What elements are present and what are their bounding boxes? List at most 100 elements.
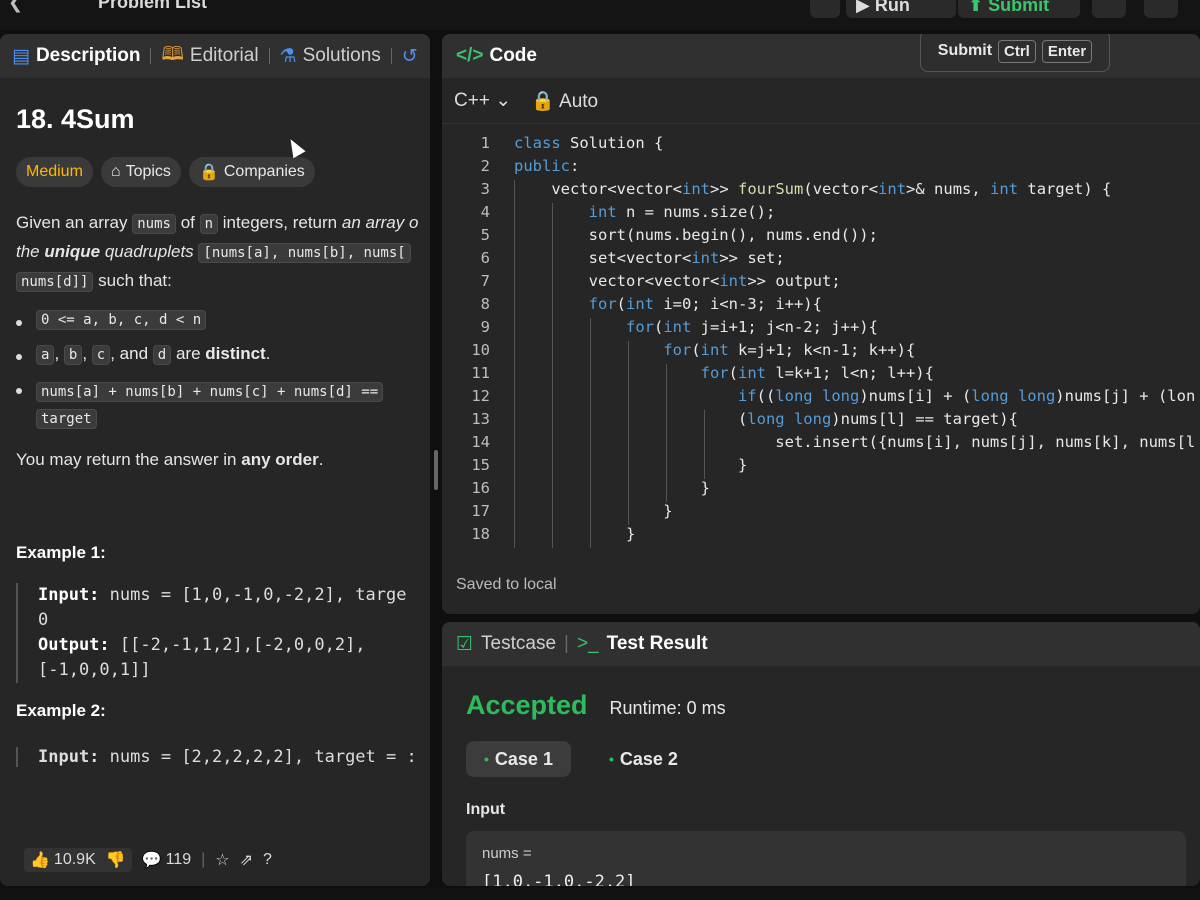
example-2-title: Example 2: [16,701,106,720]
code-title: Code [489,45,537,66]
example-output: [[-2,-1,1,2],[-2,0,0,2], [119,635,366,655]
language-select[interactable]: C++ ⌄ [454,89,511,112]
line-number: 12 [471,387,490,405]
kbd-enter: Enter [1041,39,1093,63]
chevron-down-icon: ⌄ [495,90,512,111]
code-text: vector<vector<int>> fourSum(vector<int>&… [551,180,1112,198]
panel-resize-handle[interactable] [434,450,438,490]
example-label: Output: [38,635,110,655]
case-1-tab[interactable]: • Case 1 [466,741,571,777]
desc-text: unique [44,242,101,261]
footer-divider: | [201,851,206,868]
topics-button[interactable]: ⌂ Topics [100,157,181,187]
editor-toolbar: C++ ⌄ 🔒 Auto [442,78,1200,124]
code-line[interactable]: 13 (long long)nums[l] == target){ [442,410,1200,433]
code-icon: </> [456,45,484,66]
tab-submissions[interactable]: ↺ [402,45,418,68]
code-line[interactable]: 6 set<vector<int>> set; [442,249,1200,272]
inline-code: target [36,409,97,429]
note-icon[interactable] [1144,0,1178,18]
indent-guide [628,341,629,525]
tab-test-result[interactable]: Test Result [607,633,708,655]
code-line[interactable]: 7 vector<vector<int>> output; [442,272,1200,295]
input-box: nums = [1,0,-1,0,-2,2] [466,831,1186,886]
desc-text: Given an array [16,213,128,232]
code-line[interactable]: 10 for(int k=j+1; k<n-1; k++){ [442,341,1200,364]
code-editor[interactable]: 1 class Solution {2 public: 3 vector<vector… [442,132,1200,562]
help-icon[interactable]: ? [263,851,272,869]
line-number: 9 [480,318,490,336]
code-line[interactable]: 15 } [442,456,1200,479]
auto-mode[interactable]: 🔒 Auto [531,89,598,113]
code-line[interactable]: 2 public: [442,157,1200,180]
problem-list-link[interactable]: Problem List [98,0,207,13]
code-line[interactable]: 9 for(int j=i+1; j<n-2; j++){ [442,318,1200,341]
line-number: 11 [471,364,490,382]
flask-icon: ⚗ [279,45,297,67]
line-number: 18 [471,525,490,543]
example-label: Input: [38,747,100,767]
line-number: 17 [471,502,490,520]
companies-label: Companies [223,163,305,180]
submit-button[interactable]: ⬆ Submit [958,0,1080,18]
tab-editorial[interactable]: 🕮 Editorial [161,40,258,72]
like-button[interactable]: 👍 10.9K 👎 [24,848,132,872]
code-text: for(int l=k+1; l<n; l++){ [700,364,934,382]
inline-code: d [152,345,172,365]
line-number: 8 [480,295,490,313]
tab-solutions[interactable]: ⚗ Solutions [280,45,381,68]
code-line[interactable]: 4 int n = nums.size(); [442,203,1200,226]
line-number: 13 [471,410,490,428]
desc-text: such that: [98,271,172,290]
problem-title[interactable]: 18. 4Sum [16,104,414,135]
line-number: 4 [480,203,490,221]
nav-icons: ❮ [8,0,23,13]
code-line[interactable]: 8 for(int i=0; i<n-3; i++){ [442,295,1200,318]
tab-divider [150,48,152,64]
indent-guide [666,364,667,502]
top-navbar: ❮ Problem List ▶ Run ⬆ Submit [0,0,1200,30]
star-icon[interactable]: ☆ [215,850,229,870]
example-label: Input: [38,585,100,605]
line-number: 3 [480,180,490,198]
inline-code: a [36,345,55,365]
example-1-title: Example 1: [16,543,106,562]
desc-text: quadruplets [104,242,194,261]
code-line[interactable]: 1 class Solution { [442,134,1200,157]
share-icon[interactable]: ⇗ [240,850,253,870]
code-text: class Solution { [514,134,664,152]
terminal-icon: >_ [576,633,599,654]
code-text: set.insert({nums[i], nums[j], nums[k], n… [775,433,1196,451]
code-line[interactable]: 3 vector<vector<int>> fourSum(vector<int… [442,180,1200,203]
logo-icon[interactable]: ❮ [8,0,23,13]
code-line[interactable]: 16 } [442,479,1200,502]
companies-button[interactable]: 🔒 Companies [188,157,315,187]
timer-icon[interactable] [1092,0,1126,18]
run-button[interactable]: ▶ Run [846,0,956,18]
debug-icon[interactable] [810,0,840,18]
list-item: a, b, c, and d are distinct. [16,344,414,365]
tab-divider [390,48,392,64]
indent-guide [514,180,515,548]
tab-description[interactable]: ▤ Description [12,45,140,68]
code-line[interactable]: 17 } [442,502,1200,525]
code-line[interactable]: 12 if((long long)nums[i] + (long long)nu… [442,387,1200,410]
code-line[interactable]: 14 set.insert({nums[i], nums[j], nums[k]… [442,433,1200,456]
case-2-tab[interactable]: • Case 2 [591,741,696,777]
code-line[interactable]: 11 for(int l=k+1; l<n; l++){ [442,364,1200,387]
desc-text: an array o [341,213,419,232]
submit-shortcut-tooltip: Submit Ctrl Enter [920,34,1110,72]
test-panel: ☑ Testcase | >_ Test Result Accepted Run… [442,622,1200,886]
code-line[interactable]: 5 sort(nums.begin(), nums.end()); [442,226,1200,249]
desc-text: You may return the answer in [16,450,237,469]
comments-button[interactable]: 💬 119 [142,850,191,870]
tooltip-label: Submit [937,42,993,59]
code-line[interactable]: 18 } [442,525,1200,548]
example-input: 0 [38,610,49,630]
inline-code: c [91,345,111,365]
tab-testcase[interactable]: Testcase [481,633,556,655]
language-label: C++ [454,90,490,111]
line-number: 15 [471,456,490,474]
line-number: 2 [480,157,490,175]
thumbs-down-icon[interactable]: 👎 [106,850,126,870]
